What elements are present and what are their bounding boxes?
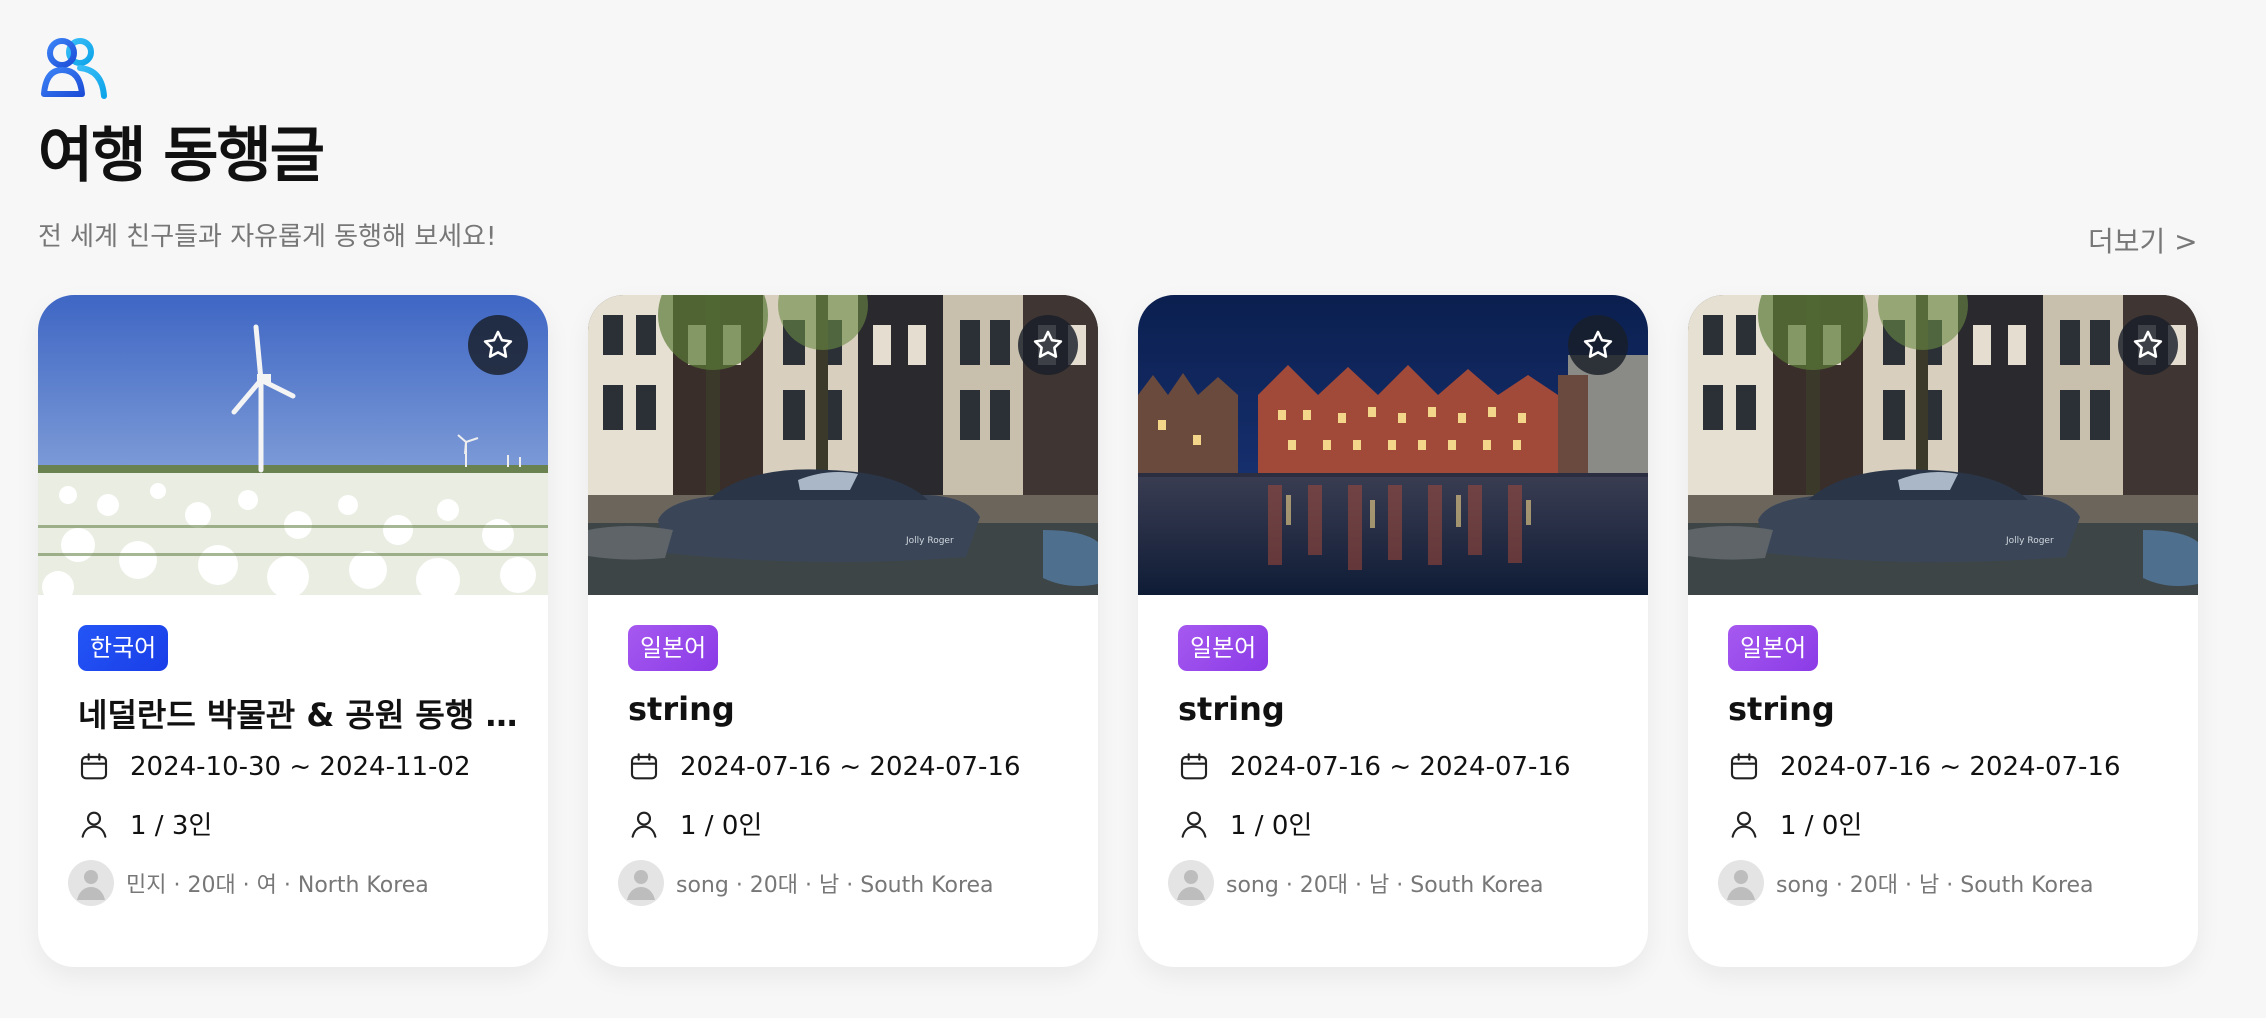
see-more-link[interactable]: 더보기 > bbox=[2088, 220, 2198, 260]
default-avatar-icon bbox=[618, 860, 664, 906]
language-badge: 일본어 bbox=[1728, 625, 1819, 671]
author-info: song · 20대 · 남 · South Korea bbox=[1168, 860, 1544, 906]
favorite-button[interactable] bbox=[468, 315, 528, 375]
person-icon bbox=[1181, 811, 1207, 838]
card-title: string bbox=[1178, 690, 1285, 728]
companion-card[interactable]: 한국어 네덜란드 박물관 & 공원 동행 ... 2024-10-30 ~ 20… bbox=[38, 295, 548, 967]
author-text: song · 20대 · 남 · South Korea bbox=[1226, 873, 1544, 898]
star-icon bbox=[483, 330, 513, 358]
people-count-text: 1 / 0인 bbox=[1230, 811, 1313, 841]
companion-card[interactable]: Jolly Roger 일본어 string 2024-07-16 ~ 2024… bbox=[1688, 295, 2198, 967]
people-count-text: 1 / 3인 bbox=[130, 811, 213, 841]
language-badge: 일본어 bbox=[1178, 625, 1269, 671]
person-icon bbox=[631, 811, 657, 838]
date-range: 2024-10-30 ~ 2024-11-02 bbox=[78, 751, 471, 783]
calendar-icon bbox=[630, 753, 658, 780]
default-avatar-icon bbox=[68, 860, 114, 906]
language-badge: 일본어 bbox=[628, 625, 719, 671]
author-info: song · 20대 · 남 · South Korea bbox=[1718, 860, 2094, 906]
date-range: 2024-07-16 ~ 2024-07-16 bbox=[1178, 751, 1571, 783]
date-range-text: 2024-07-16 ~ 2024-07-16 bbox=[1780, 752, 2121, 782]
star-icon bbox=[1033, 330, 1063, 358]
person-icon bbox=[81, 811, 107, 838]
card-image-canal-houses-boat: Jolly Roger bbox=[1688, 295, 2198, 595]
calendar-icon bbox=[80, 753, 108, 780]
star-icon bbox=[1583, 330, 1613, 358]
svg-text:Jolly Roger: Jolly Roger bbox=[905, 536, 954, 546]
date-range-text: 2024-07-16 ~ 2024-07-16 bbox=[1230, 752, 1571, 782]
author-info: 민지 · 20대 · 여 · North Korea bbox=[68, 860, 429, 906]
default-avatar-icon bbox=[1718, 860, 1764, 906]
favorite-button[interactable] bbox=[2118, 315, 2178, 375]
favorite-button[interactable] bbox=[1568, 315, 1628, 375]
card-image-canal-houses-boat: Jolly Roger bbox=[588, 295, 1098, 595]
companion-card[interactable]: 일본어 string 2024-07-16 ~ 2024-07-16 1 / 0… bbox=[1138, 295, 1648, 967]
date-range: 2024-07-16 ~ 2024-07-16 bbox=[1728, 751, 2121, 783]
people-count: 1 / 0인 bbox=[628, 805, 762, 842]
date-range-text: 2024-10-30 ~ 2024-11-02 bbox=[130, 752, 471, 782]
star-icon bbox=[2133, 330, 2163, 358]
page-subtitle: 전 세계 친구들과 자유롭게 동행해 보세요! bbox=[38, 222, 497, 252]
card-image-canal-night-reflection bbox=[1138, 295, 1648, 595]
author-text: song · 20대 · 남 · South Korea bbox=[676, 873, 994, 898]
author-text: song · 20대 · 남 · South Korea bbox=[1776, 873, 2094, 898]
author-info: song · 20대 · 남 · South Korea bbox=[618, 860, 994, 906]
card-title: 네덜란드 박물관 & 공원 동행 ... bbox=[78, 696, 518, 734]
default-avatar-icon bbox=[1168, 860, 1214, 906]
companion-card[interactable]: Jolly Roger 일본어 string 2024-07-16 ~ 2024… bbox=[588, 295, 1098, 967]
people-count-text: 1 / 0인 bbox=[680, 811, 763, 841]
people-count: 1 / 0인 bbox=[1728, 805, 1862, 842]
people-count: 1 / 0인 bbox=[1178, 805, 1312, 842]
card-title: string bbox=[1728, 690, 1835, 728]
calendar-icon bbox=[1730, 753, 1758, 780]
card-image-windmill-tulip-field bbox=[38, 295, 548, 595]
people-count: 1 / 3인 bbox=[78, 805, 212, 842]
card-title: string bbox=[628, 690, 735, 728]
date-range: 2024-07-16 ~ 2024-07-16 bbox=[628, 751, 1021, 783]
svg-text:Jolly Roger: Jolly Roger bbox=[2005, 536, 2054, 546]
people-group-icon bbox=[40, 36, 110, 100]
person-icon bbox=[1731, 811, 1757, 838]
date-range-text: 2024-07-16 ~ 2024-07-16 bbox=[680, 752, 1021, 782]
language-badge: 한국어 bbox=[78, 625, 169, 671]
author-text: 민지 · 20대 · 여 · North Korea bbox=[126, 873, 429, 898]
favorite-button[interactable] bbox=[1018, 315, 1078, 375]
page-title: 여행 동행글 bbox=[38, 121, 325, 191]
people-count-text: 1 / 0인 bbox=[1780, 811, 1863, 841]
calendar-icon bbox=[1180, 753, 1208, 780]
